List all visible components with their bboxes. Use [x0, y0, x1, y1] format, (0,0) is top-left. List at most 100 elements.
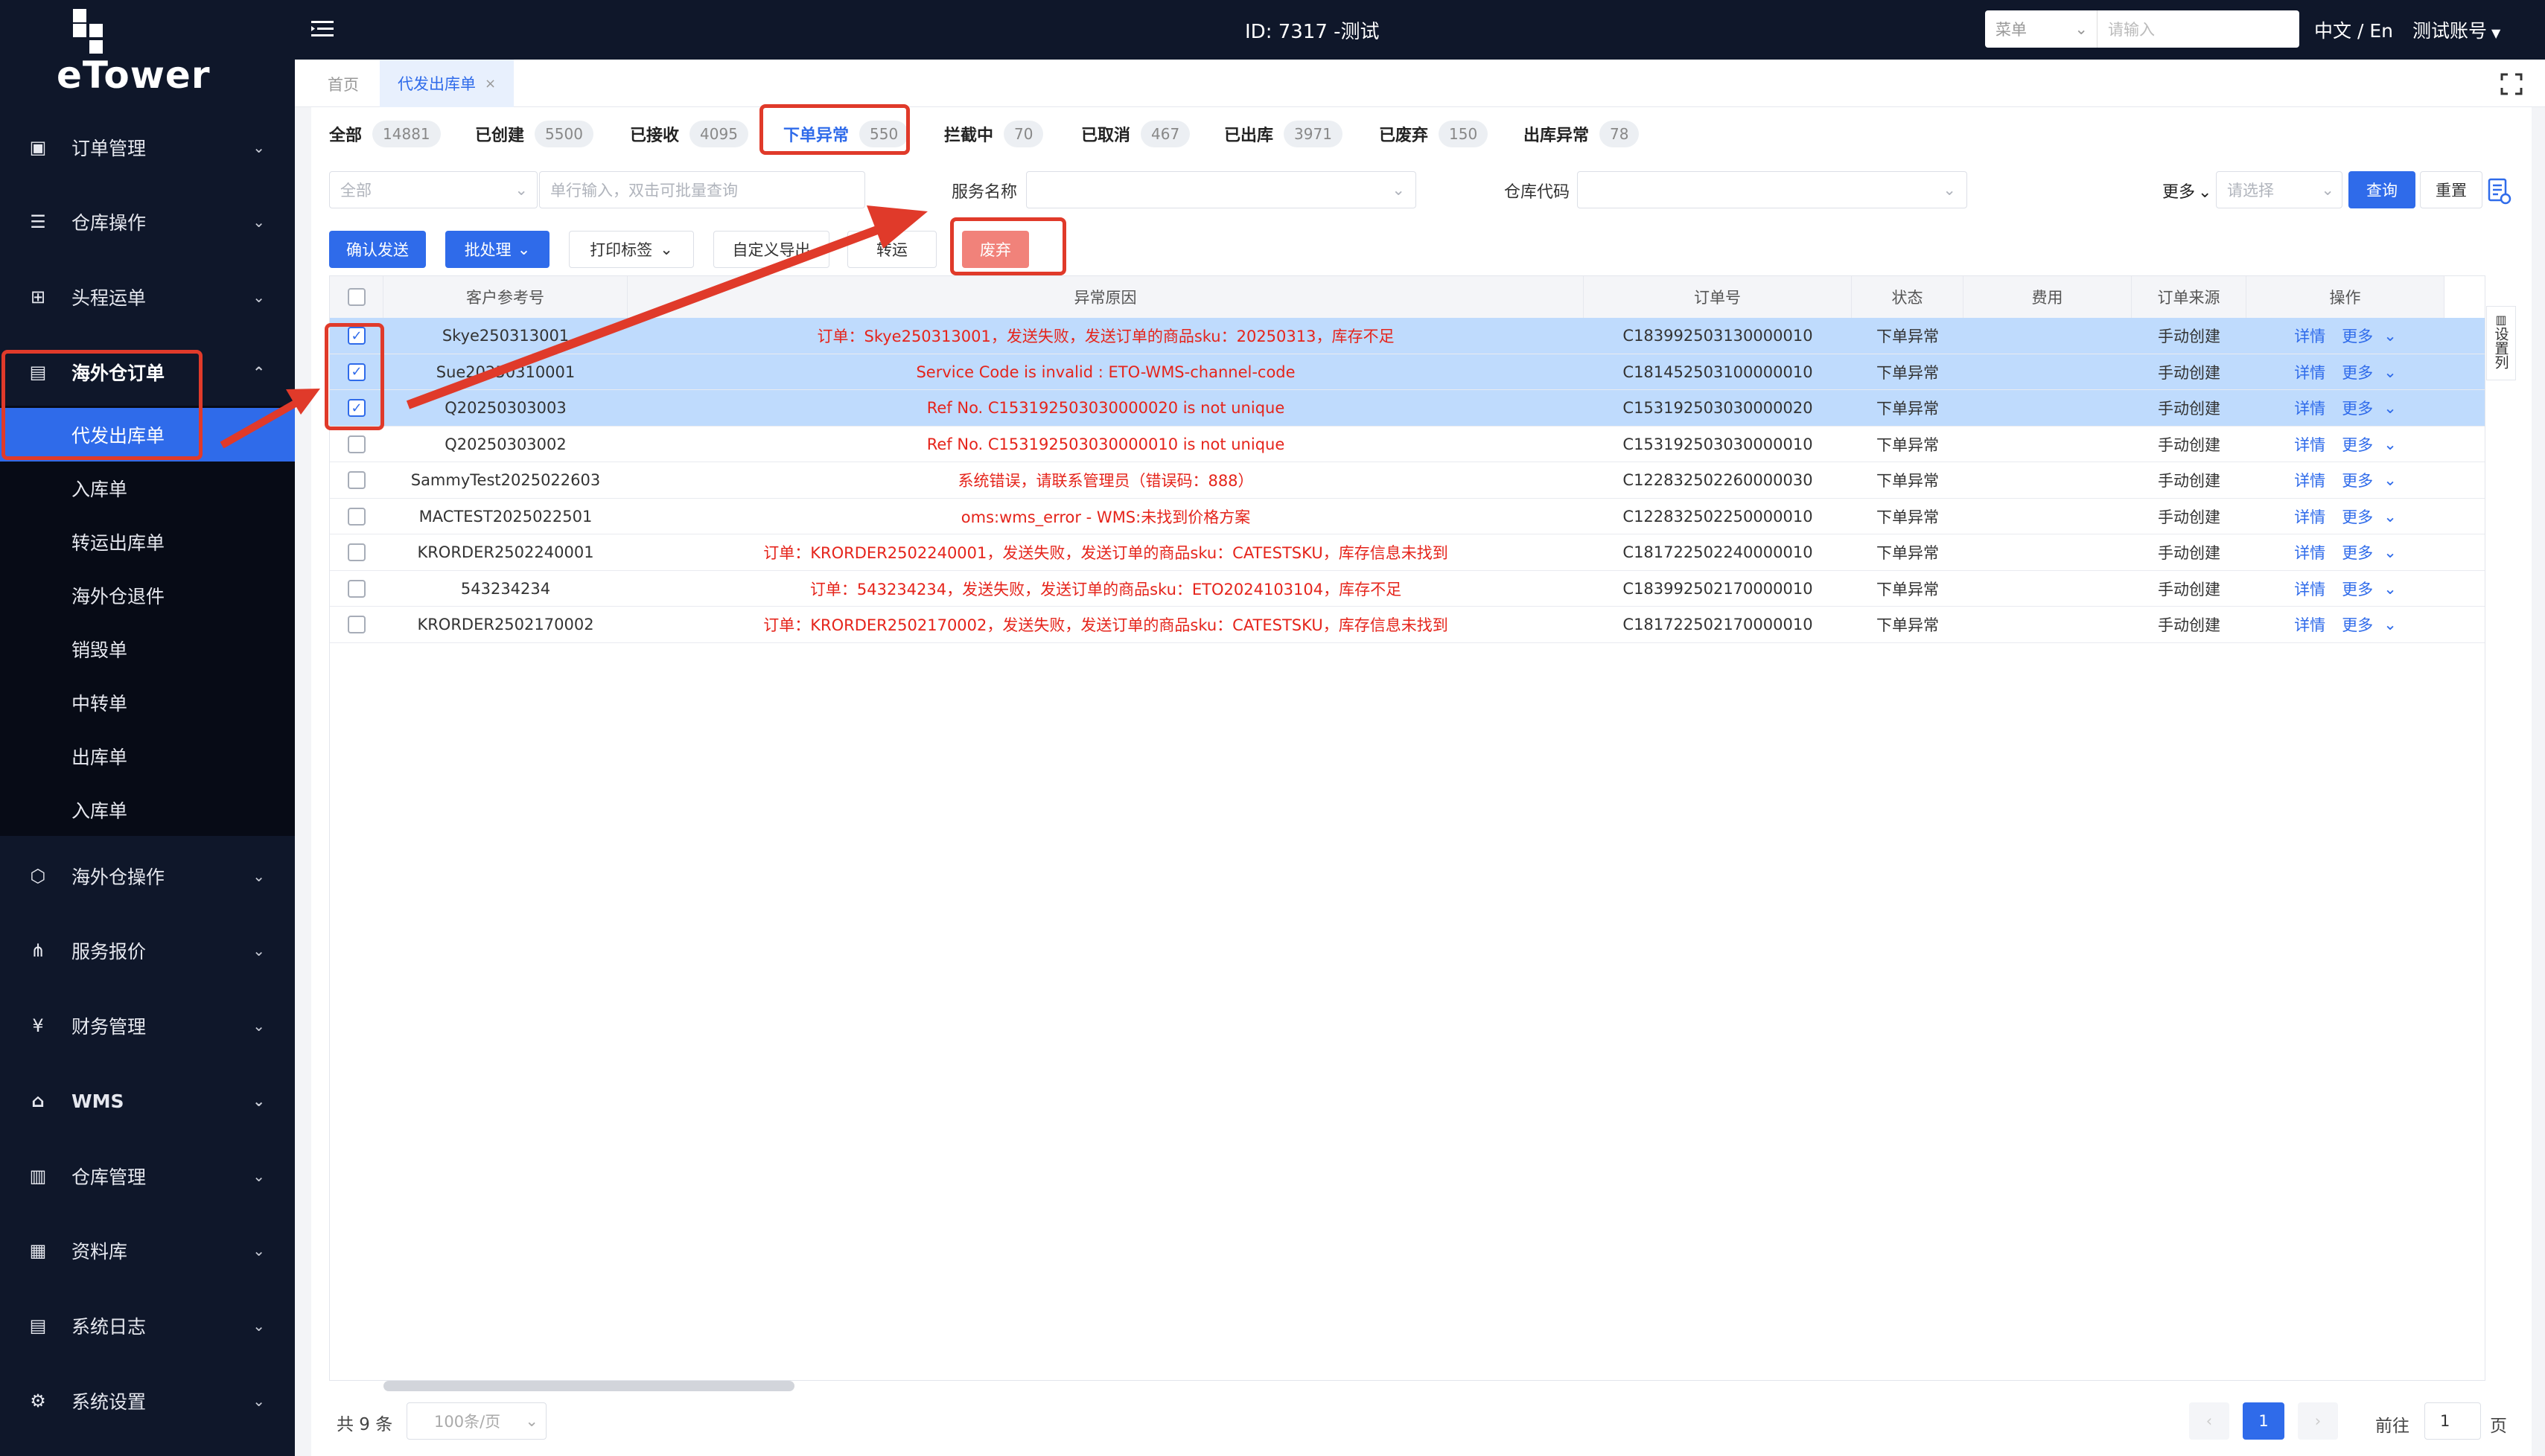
close-icon[interactable]: × [485, 76, 496, 92]
page-size-select[interactable]: 100条/页 ⌄ [407, 1402, 547, 1440]
chevron-down-icon[interactable]: ⌄ [2383, 399, 2397, 417]
row-checkbox[interactable] [348, 435, 366, 453]
print-label-button[interactable]: 打印标签 ⌄ [569, 231, 694, 268]
chevron-down-icon[interactable]: ⌄ [2383, 363, 2397, 381]
column-settings-button[interactable]: ▥ 设置列 [2486, 306, 2516, 380]
fullscreen-icon[interactable] [2500, 73, 2523, 95]
batch-process-button[interactable]: 批处理 ⌄ [445, 231, 550, 268]
type-select[interactable]: 全部 ⌄ [329, 171, 538, 208]
chevron-down-icon[interactable]: ⌄ [2383, 471, 2397, 489]
submenu-transit[interactable]: 中转单 [0, 676, 295, 729]
horizontal-scrollbar[interactable] [383, 1381, 794, 1391]
column-header-actions[interactable]: 操作 [2246, 276, 2444, 318]
batch-query-input[interactable]: 单行输入，双击可批量查询 [539, 171, 865, 208]
table-row[interactable]: MACTEST2025022501 oms:wms_error - WMS:未找到… [330, 499, 2485, 534]
service-select[interactable]: ⌄ [1026, 171, 1416, 208]
custom-export-button[interactable]: 自定义导出 [713, 231, 829, 268]
nav-order-management[interactable]: ▣ 订单管理 ⌄ [0, 112, 295, 183]
submenu-returns[interactable]: 海外仓退件 [0, 569, 295, 622]
reset-button[interactable]: 重置 [2420, 171, 2482, 208]
submenu-outbound[interactable]: 出库单 [0, 729, 295, 783]
more-link[interactable]: 更多 [2342, 469, 2373, 491]
row-checkbox[interactable] [348, 471, 366, 489]
confirm-send-button[interactable]: 确认发送 [329, 231, 426, 268]
more-link[interactable]: 更多 [2342, 325, 2373, 347]
submenu-inbound-2[interactable]: 入库单 [0, 783, 295, 837]
status-tab-discarded[interactable]: 已废弃 150 [1379, 113, 1488, 155]
next-page-button[interactable]: › [2298, 1402, 2338, 1440]
table-row[interactable]: SammyTest2025022603 系统错误，请联系管理员（错误码：888） C… [330, 462, 2485, 499]
submenu-transfer-outbound[interactable]: 转运出库单 [0, 515, 295, 569]
nav-first-leg[interactable]: ⊞ 头程运单 ⌄ [0, 261, 295, 333]
status-tab-all[interactable]: 全部 14881 [329, 113, 441, 155]
prev-page-button[interactable]: ‹ [2189, 1402, 2229, 1440]
column-header-status[interactable]: 状态 [1852, 276, 1963, 318]
detail-link[interactable]: 详情 [2294, 397, 2325, 419]
column-header-reason[interactable]: 异常原因 [628, 276, 1584, 318]
select-all-checkbox[interactable] [347, 288, 366, 306]
table-row[interactable]: ✓ Skye250313001 订单：Skye250313001，发送失败，发送订单… [330, 318, 2485, 354]
table-row[interactable]: KRORDER2502170002 订单：KRORDER2502170002，发送… [330, 607, 2485, 643]
nav-warehouse-operation[interactable]: ☰ 仓库操作 ⌄ [0, 186, 295, 258]
more-link[interactable]: 更多 [2342, 613, 2373, 636]
status-tab-received[interactable]: 已接收 4095 [630, 113, 748, 155]
submenu-inbound[interactable]: 入库单 [0, 462, 295, 515]
goto-page-input[interactable]: 1 [2424, 1402, 2481, 1440]
detail-link[interactable]: 详情 [2294, 361, 2325, 383]
query-button[interactable]: 查询 [2348, 171, 2415, 208]
detail-link[interactable]: 详情 [2294, 578, 2325, 600]
detail-link[interactable]: 详情 [2294, 325, 2325, 347]
nav-warehouse-management[interactable]: ▥ 仓库管理 ⌄ [0, 1140, 295, 1212]
menu-search-input[interactable]: 请输入 [2097, 10, 2299, 48]
transfer-button[interactable]: 转运 [847, 231, 937, 268]
more-link[interactable]: 更多 [2342, 578, 2373, 600]
warehouse-select[interactable]: ⌄ [1577, 171, 1967, 208]
menu-search-type[interactable]: 菜单 ⌄ [1985, 10, 2097, 48]
status-tab-cancelled[interactable]: 已取消 467 [1081, 113, 1191, 155]
chevron-down-icon[interactable]: ⌄ [2383, 543, 2397, 561]
detail-link[interactable]: 详情 [2294, 433, 2325, 456]
column-config-icon[interactable] [2487, 177, 2512, 205]
row-checkbox[interactable] [348, 507, 366, 526]
more-link[interactable]: 更多 [2342, 505, 2373, 528]
chevron-down-icon[interactable]: ⌄ [2383, 327, 2397, 345]
detail-link[interactable]: 详情 [2294, 505, 2325, 528]
more-select[interactable]: 请选择 ⌄ [2216, 171, 2342, 208]
menu-toggle-icon[interactable] [310, 16, 335, 42]
nav-system-settings[interactable]: ⚙ 系统设置 ⌄ [0, 1365, 295, 1437]
status-tab-created[interactable]: 已创建 5500 [475, 113, 593, 155]
nav-overseas-operation[interactable]: ⬡ 海外仓操作 ⌄ [0, 840, 295, 912]
status-tab-shipped[interactable]: 已出库 3971 [1224, 113, 1342, 155]
chevron-down-icon[interactable]: ⌄ [2383, 508, 2397, 526]
tab-home[interactable]: 首页 [328, 73, 359, 95]
nav-system-log[interactable]: ▤ 系统日志 ⌄ [0, 1290, 295, 1361]
page-1-button[interactable]: 1 [2243, 1402, 2284, 1440]
more-link[interactable]: 更多 [2342, 397, 2373, 419]
more-filters-toggle[interactable]: 更多 ⌄ [2162, 179, 2211, 202]
column-header-fee[interactable]: 费用 [1963, 276, 2132, 318]
nav-service-pricing[interactable]: ⋔ 服务报价 ⌄ [0, 915, 295, 986]
nav-wms[interactable]: ⌂ WMS ⌄ [0, 1065, 295, 1137]
row-checkbox[interactable] [348, 543, 366, 561]
detail-link[interactable]: 详情 [2294, 613, 2325, 636]
nav-finance[interactable]: ¥ 财务管理 ⌄ [0, 990, 295, 1061]
row-checkbox[interactable] [348, 616, 366, 633]
column-header-ref[interactable]: 客户参考号 [383, 276, 628, 318]
table-row[interactable]: Q20250303002 Ref No. C153192503030000010 … [330, 427, 2485, 462]
detail-link[interactable]: 详情 [2294, 541, 2325, 563]
status-tab-outbound-error[interactable]: 出库异常 78 [1523, 113, 1640, 155]
row-checkbox[interactable] [348, 579, 366, 598]
tab-dropship-outbound[interactable]: 代发出库单 × [380, 60, 514, 107]
column-header-source[interactable]: 订单来源 [2132, 276, 2246, 318]
chevron-down-icon[interactable]: ⌄ [2383, 616, 2397, 633]
language-switch[interactable]: 中文 / En [2314, 16, 2393, 43]
column-header-order-no[interactable]: 订单号 [1584, 276, 1852, 318]
table-row[interactable]: KRORDER2502240001 订单：KRORDER2502240001，发送… [330, 534, 2485, 571]
more-link[interactable]: 更多 [2342, 433, 2373, 456]
more-link[interactable]: 更多 [2342, 361, 2373, 383]
detail-link[interactable]: 详情 [2294, 469, 2325, 491]
nav-library[interactable]: ▦ 资料库 ⌄ [0, 1215, 295, 1286]
table-row[interactable]: ✓ Q20250303003 Ref No. C153192503030000020… [330, 390, 2485, 427]
more-link[interactable]: 更多 [2342, 541, 2373, 563]
chevron-down-icon[interactable]: ⌄ [2383, 435, 2397, 453]
